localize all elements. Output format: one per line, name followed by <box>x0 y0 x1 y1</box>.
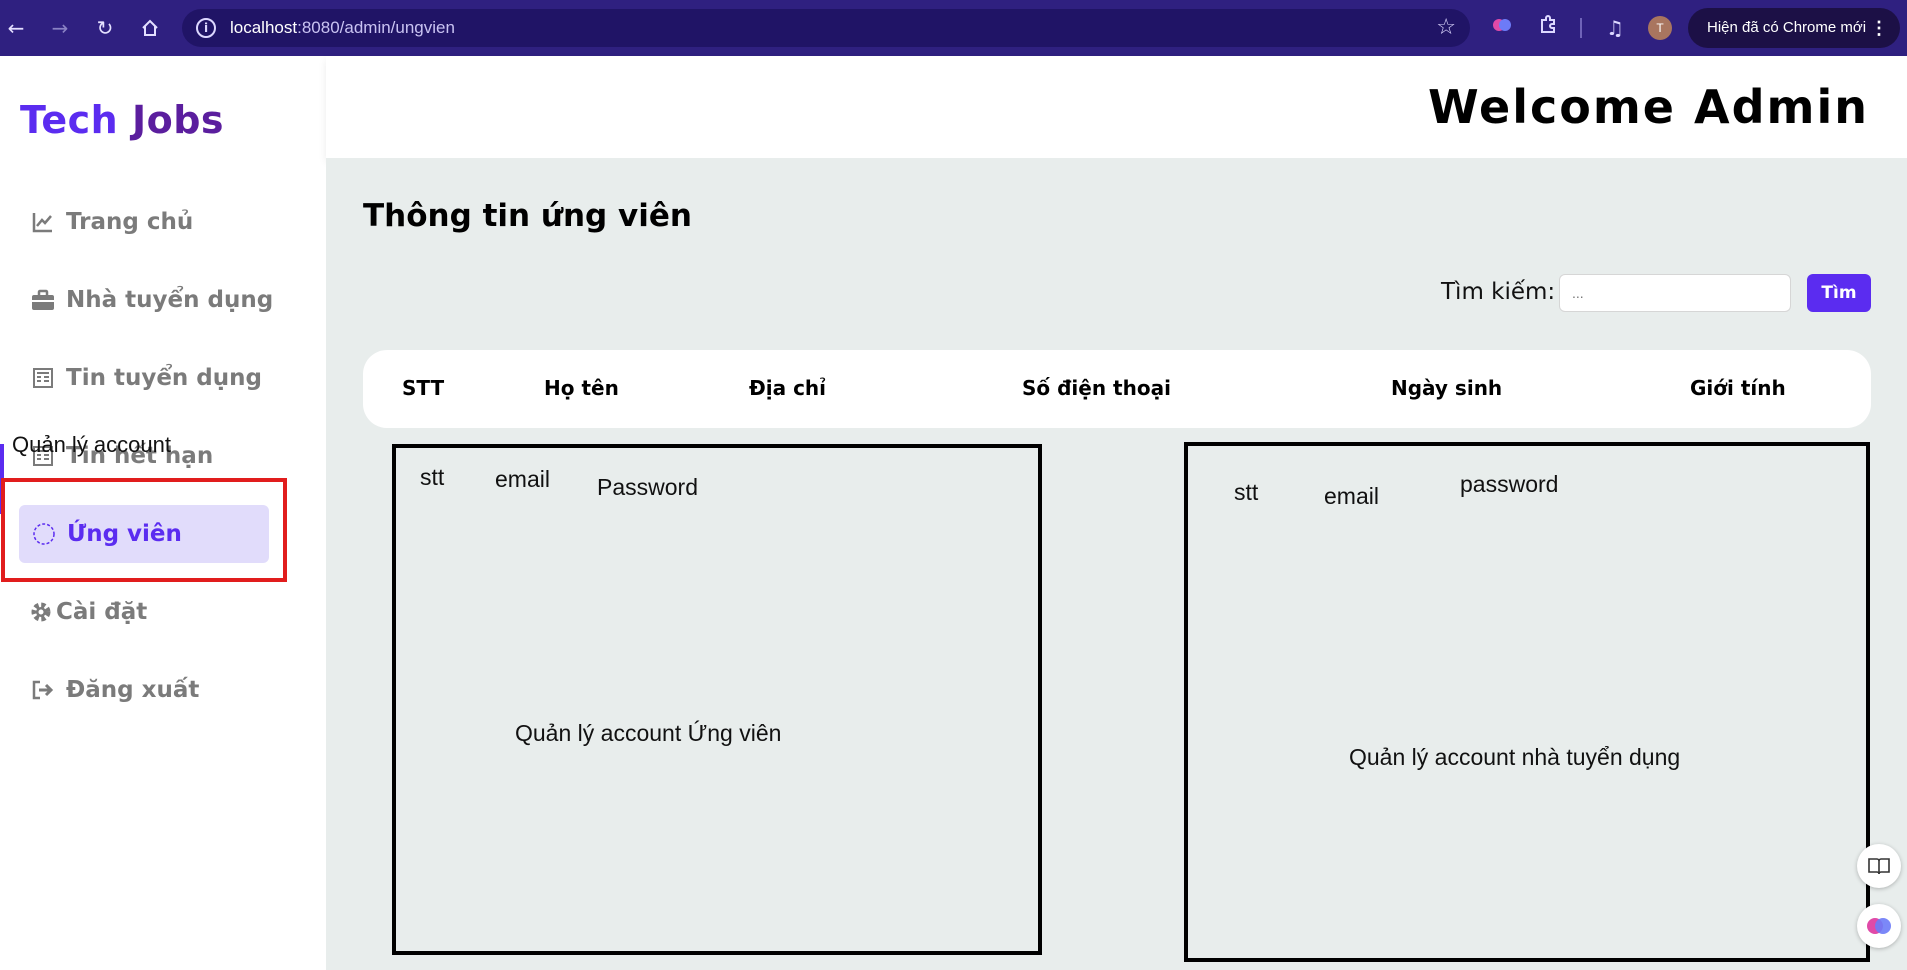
top-header: Welcome Admin <box>326 56 1907 158</box>
brand-part-tech: Tech <box>20 98 119 142</box>
sidebar-item-label: Cài đặt <box>56 599 148 625</box>
column-header: Địa chỉ <box>749 376 827 400</box>
chart-line-icon <box>30 209 56 235</box>
bookmark-star-icon[interactable]: ☆ <box>1436 15 1456 40</box>
column-header: Ngày sinh <box>1391 376 1503 400</box>
sidebar-item-dang-xuat[interactable]: Đăng xuất <box>30 670 199 710</box>
kebab-menu-icon[interactable]: ⋮ <box>1870 8 1888 48</box>
site-info-icon[interactable]: i <box>196 18 216 38</box>
search-input[interactable] <box>1559 274 1791 312</box>
search-label: Tìm kiếm: <box>1441 279 1556 305</box>
url-path: :8080/admin/ungvien <box>297 18 455 37</box>
url-text[interactable]: localhost:8080/admin/ungvien <box>230 18 455 38</box>
main-content: Thông tin ứng viên Tìm kiếm: Tìm STT Họ … <box>326 158 1907 970</box>
url-host: localhost <box>230 18 298 37</box>
column-header: STT <box>402 376 445 400</box>
sidebar-item-tin-tuyen-dung[interactable]: Tin tuyển dụng <box>30 358 262 398</box>
briefcase-icon <box>30 287 56 313</box>
mockup-box-nha-tuyen-dung: stt email password Quản lý account nhà t… <box>1184 442 1870 962</box>
sidebar-item-label: Trang chủ <box>66 209 194 235</box>
sidebar-item-cai-dat[interactable]: Cài đặt <box>30 592 147 632</box>
mockup-caption: Quản lý account Ứng viên <box>515 720 782 746</box>
address-bar[interactable]: i localhost:8080/admin/ungvien ☆ <box>182 9 1470 47</box>
logout-icon <box>30 677 56 703</box>
mockup-column-label: stt <box>420 464 445 490</box>
column-header: Giới tính <box>1690 376 1786 400</box>
assistant-brain-icon[interactable] <box>1857 904 1901 948</box>
home-icon[interactable] <box>134 12 166 44</box>
column-header: Số điện thoại <box>1022 376 1171 400</box>
toolbar-divider <box>1580 18 1582 38</box>
brand-part-jobs: Jobs <box>131 98 225 142</box>
mockup-column-label: stt <box>1234 479 1259 505</box>
reload-icon[interactable]: ↻ <box>89 12 121 44</box>
sidebar-item-label: Tin tuyển dụng <box>66 365 262 391</box>
sidebar-item-label: Nhà tuyển dụng <box>66 287 274 313</box>
media-controls-icon[interactable]: ♫ <box>1600 13 1630 43</box>
mockup-column-label: email <box>495 466 550 492</box>
mockup-box-ung-vien: stt email Password Quản lý account Ứng v… <box>392 444 1042 955</box>
chrome-update-button[interactable]: Hiện đã có Chrome mới ⋮ <box>1688 8 1900 48</box>
welcome-heading: Welcome Admin <box>1427 80 1869 134</box>
mockup-caption: Quản lý account nhà tuyển dụng <box>1349 744 1681 770</box>
profile-avatar[interactable]: T <box>1648 16 1672 40</box>
browser-toolbar: ← → ↻ i localhost:8080/admin/ungvien ☆ ♫… <box>0 0 1907 56</box>
search-button[interactable]: Tìm <box>1807 274 1871 312</box>
column-header: Họ tên <box>544 376 619 400</box>
back-arrow-icon[interactable]: ← <box>0 12 32 44</box>
sidebar-item-label: Đăng xuất <box>66 677 200 703</box>
sidebar-item-trang-chu[interactable]: Trang chủ <box>30 202 193 242</box>
overlay-annotation-label: Quản lý account <box>12 432 171 457</box>
extensions-puzzle-icon[interactable] <box>1533 13 1563 43</box>
gear-icon <box>30 599 52 625</box>
forward-arrow-icon[interactable]: → <box>44 12 76 44</box>
mockup-column-label: password <box>1460 471 1559 497</box>
table-header: STT Họ tên Địa chỉ Số điện thoại Ngày si… <box>363 350 1871 428</box>
brand-logo[interactable]: Tech Jobs <box>20 98 224 142</box>
red-highlight-frame <box>1 478 287 582</box>
extension-brain-icon[interactable] <box>1487 13 1517 43</box>
page-title: Thông tin ứng viên <box>363 198 692 234</box>
mockup-column-label: Password <box>597 474 698 500</box>
mockup-column-label: email <box>1324 483 1379 509</box>
newspaper-icon <box>30 365 56 391</box>
reading-mode-icon[interactable] <box>1857 844 1901 888</box>
sidebar-item-nha-tuyen-dung[interactable]: Nhà tuyển dụng <box>30 280 273 320</box>
chrome-update-label: Hiện đã có Chrome mới <box>1707 19 1867 36</box>
